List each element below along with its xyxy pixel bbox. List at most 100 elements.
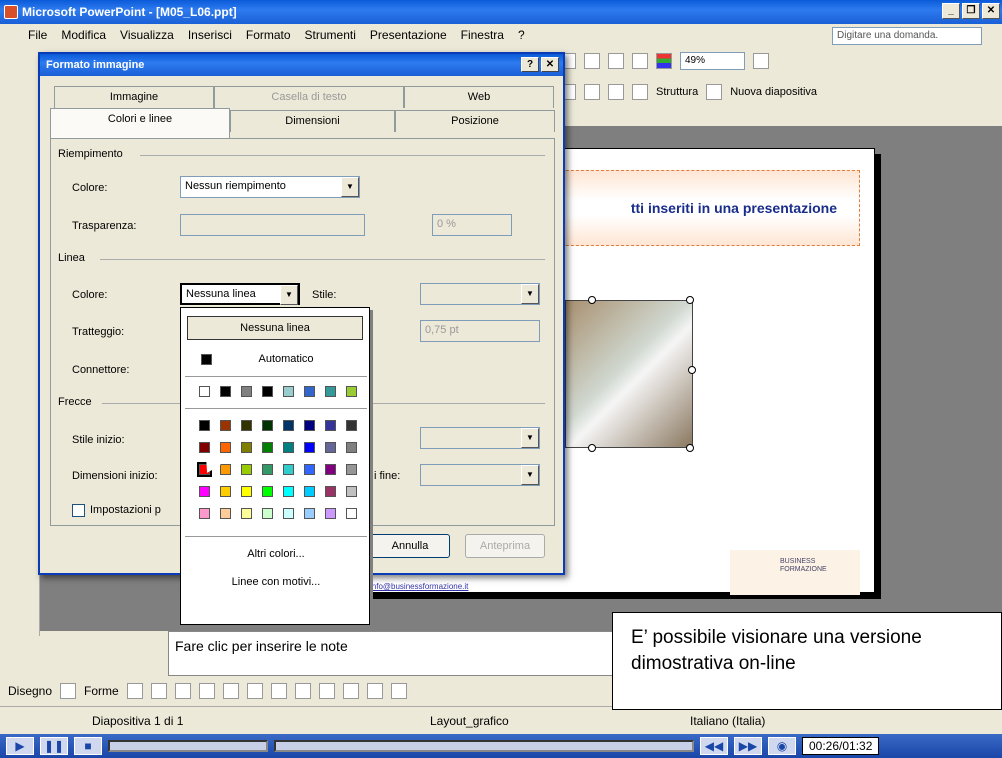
- line-color-select[interactable]: Nessuna linea ▼: [180, 283, 300, 305]
- color-swatch[interactable]: [220, 508, 231, 519]
- menu-inserisci[interactable]: Inserisci: [188, 28, 232, 42]
- pointer-icon[interactable]: [60, 683, 77, 699]
- color-swatch[interactable]: [283, 464, 294, 475]
- diagram-icon[interactable]: [270, 683, 287, 699]
- textbox-icon[interactable]: [222, 683, 239, 699]
- resize-handle[interactable]: [588, 444, 596, 452]
- transparency-slider[interactable]: [180, 214, 365, 236]
- color-swatch[interactable]: [241, 486, 252, 497]
- color-swatch[interactable]: [241, 464, 252, 475]
- tab-immagine[interactable]: Immagine: [54, 86, 214, 108]
- line-weight-input[interactable]: 0,75 pt: [420, 320, 540, 342]
- patterned-lines-option[interactable]: Linee con motivi...: [181, 576, 371, 588]
- volume-icon[interactable]: ◉: [768, 737, 796, 755]
- menu-strumenti[interactable]: Strumenti: [305, 28, 356, 42]
- color-swatch[interactable]: [304, 420, 315, 431]
- color-swatch[interactable]: [283, 420, 294, 431]
- slide-link[interactable]: info@businessformazione.it: [370, 582, 468, 591]
- arrow-icon[interactable]: [150, 683, 167, 699]
- color-swatch[interactable]: [262, 420, 273, 431]
- nuova-diapositiva-button[interactable]: Nuova diapositiva: [730, 86, 817, 98]
- chart-icon[interactable]: [608, 53, 624, 69]
- slide-thumbnails-panel[interactable]: [0, 126, 40, 636]
- volume-track[interactable]: [108, 740, 268, 752]
- color-swatch[interactable]: [220, 442, 231, 453]
- cancel-button[interactable]: Annulla: [370, 534, 450, 558]
- chevron-down-icon[interactable]: ▼: [521, 428, 539, 448]
- menu-file[interactable]: File: [28, 28, 47, 42]
- automatic-option[interactable]: Automatico: [181, 353, 371, 365]
- no-line-button[interactable]: Nessuna linea: [187, 316, 363, 340]
- color-swatch[interactable]: [304, 386, 315, 397]
- color-swatch[interactable]: [304, 464, 315, 475]
- menu-help[interactable]: ?: [518, 28, 525, 42]
- help-button[interactable]: ?: [521, 57, 539, 72]
- color-swatch[interactable]: [220, 386, 231, 397]
- clipart-icon[interactable]: [294, 683, 311, 699]
- dialog-close-button[interactable]: ✕: [541, 57, 559, 72]
- color-swatch[interactable]: [325, 420, 336, 431]
- color-swatch[interactable]: [220, 420, 231, 431]
- tab-casella-di-testo[interactable]: Casella di testo: [214, 86, 404, 108]
- design-icon[interactable]: [632, 84, 648, 100]
- ask-question-input[interactable]: Digitare una domanda.: [832, 27, 982, 45]
- color-swatch[interactable]: [325, 508, 336, 519]
- color-icon[interactable]: [656, 53, 672, 69]
- line-style-select[interactable]: ▼: [420, 283, 540, 305]
- new-slide-icon[interactable]: [706, 84, 723, 100]
- more-colors-option[interactable]: Altri colori...: [181, 548, 371, 560]
- color-swatch[interactable]: [199, 508, 210, 519]
- preview-button[interactable]: Anteprima: [465, 534, 545, 558]
- zoom-select[interactable]: 49%: [680, 52, 745, 70]
- color-swatch[interactable]: [241, 508, 252, 519]
- color-swatch[interactable]: [325, 442, 336, 453]
- struttura-button[interactable]: Struttura: [656, 86, 698, 98]
- color-swatch[interactable]: [346, 508, 357, 519]
- color-swatch[interactable]: [199, 442, 210, 453]
- color-swatch[interactable]: [283, 508, 294, 519]
- rectangle-icon[interactable]: [174, 683, 191, 699]
- color-swatch[interactable]: [325, 386, 336, 397]
- color-swatch[interactable]: [199, 386, 210, 397]
- resize-handle[interactable]: [588, 296, 596, 304]
- progress-track[interactable]: [274, 740, 694, 752]
- color-swatch[interactable]: [304, 508, 315, 519]
- end-style-select[interactable]: ▼: [420, 427, 540, 449]
- color-swatch[interactable]: [304, 486, 315, 497]
- color-swatch[interactable]: [346, 486, 357, 497]
- minimize-button[interactable]: _: [942, 3, 960, 19]
- color-swatch[interactable]: [346, 386, 357, 397]
- rewind-icon[interactable]: ◀◀: [700, 737, 728, 755]
- color-swatch[interactable]: [325, 464, 336, 475]
- color-swatch[interactable]: [199, 486, 210, 497]
- color-swatch[interactable]: [325, 486, 336, 497]
- pause-icon[interactable]: ❚❚: [40, 737, 68, 755]
- tab-dimensioni[interactable]: Dimensioni: [230, 110, 395, 132]
- restore-button[interactable]: ❐: [962, 3, 980, 19]
- tab-posizione[interactable]: Posizione: [395, 110, 555, 132]
- ellipse-icon[interactable]: [198, 683, 215, 699]
- menu-formato[interactable]: Formato: [246, 28, 291, 42]
- color-swatch[interactable]: [241, 386, 252, 397]
- notes-pane[interactable]: Fare clic per inserire le note: [168, 631, 618, 676]
- table-icon[interactable]: [584, 53, 600, 69]
- default-settings-checkbox[interactable]: [72, 504, 85, 517]
- color-swatch[interactable]: [346, 464, 357, 475]
- color-swatch[interactable]: [262, 442, 273, 453]
- wordart-icon[interactable]: [246, 683, 263, 699]
- color-swatch[interactable]: [262, 464, 273, 475]
- close-button[interactable]: ✕: [982, 3, 1000, 19]
- color-swatch[interactable]: [346, 442, 357, 453]
- disegno-menu[interactable]: Disegno: [8, 684, 52, 698]
- font-color-icon[interactable]: [608, 84, 624, 100]
- color-swatch[interactable]: [262, 486, 273, 497]
- color-swatch[interactable]: [220, 464, 231, 475]
- color-swatch[interactable]: [283, 486, 294, 497]
- color-swatch[interactable]: [262, 386, 273, 397]
- color-swatch[interactable]: [346, 420, 357, 431]
- color-swatch[interactable]: [199, 420, 210, 431]
- chevron-down-icon[interactable]: ▼: [341, 177, 359, 197]
- color-swatch[interactable]: [241, 442, 252, 453]
- chevron-down-icon[interactable]: ▼: [280, 285, 298, 305]
- menu-finestra[interactable]: Finestra: [461, 28, 504, 42]
